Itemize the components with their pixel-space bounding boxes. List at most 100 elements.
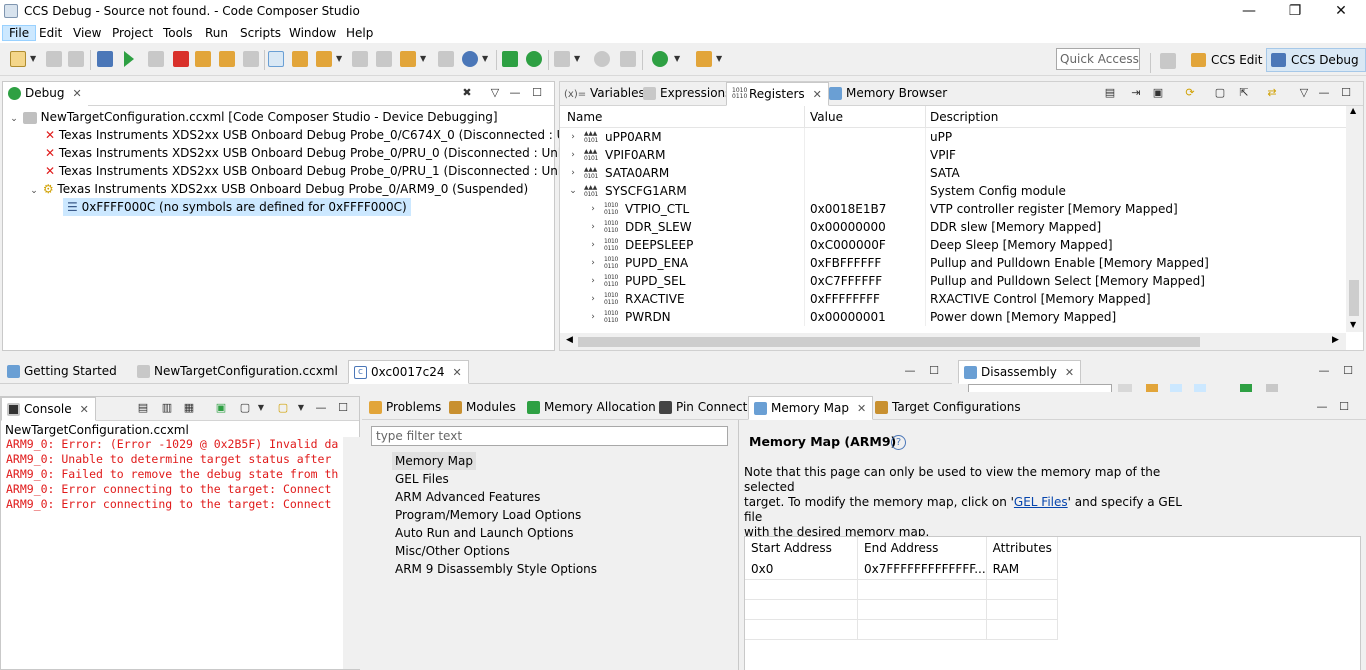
new-console-icon[interactable]: ▢ bbox=[277, 402, 289, 414]
maximize-icon[interactable]: ☐ bbox=[1342, 365, 1354, 377]
tab-target-configurations[interactable]: Target Configurations bbox=[870, 396, 1027, 420]
disassembly-address-input[interactable] bbox=[968, 384, 1112, 392]
open-perspective-icon[interactable] bbox=[1160, 53, 1176, 69]
new-console-dropdown-icon[interactable]: ▼ bbox=[295, 402, 307, 414]
tab-problems[interactable]: Problems bbox=[364, 396, 447, 420]
disassembly-toolbar-icon[interactable] bbox=[1266, 384, 1278, 392]
tree-item[interactable]: ⌄ NewTargetConfiguration.ccxml [Code Com… bbox=[3, 108, 554, 126]
tab-source-address[interactable]: c 0xc0017c24 ✕ bbox=[348, 360, 469, 384]
minimize-icon[interactable]: — bbox=[509, 87, 521, 99]
tab-modules[interactable]: Modules bbox=[444, 396, 522, 420]
tab-pin-connect[interactable]: Pin Connect bbox=[654, 396, 753, 420]
minimize-icon[interactable]: — bbox=[1318, 87, 1330, 99]
register-row[interactable]: › ▲▲▲ 0101 VPIF0ARM VPIF bbox=[560, 146, 1346, 164]
registers-vscroll[interactable]: ▲ ▼ bbox=[1346, 106, 1363, 332]
perspective-ccs-edit[interactable]: CCS Edit bbox=[1186, 48, 1269, 72]
suspend-icon[interactable] bbox=[148, 51, 164, 67]
perspective-ccs-debug[interactable]: CCS Debug bbox=[1266, 48, 1366, 72]
disassembly-go-icon[interactable] bbox=[1118, 384, 1132, 392]
load-dropdown-icon[interactable]: ▼ bbox=[336, 51, 344, 67]
tab-expressions[interactable]: Expressions bbox=[638, 82, 737, 106]
console-vscroll[interactable] bbox=[343, 437, 360, 669]
new-group-icon[interactable]: ▢ bbox=[1214, 87, 1226, 99]
reset-icon[interactable] bbox=[292, 51, 308, 67]
tab-debug[interactable]: Debug ✕ bbox=[3, 82, 88, 106]
close-icon[interactable]: ✕ bbox=[453, 366, 462, 379]
hscroll-thumb[interactable] bbox=[578, 337, 1200, 347]
tab-memory-browser[interactable]: Memory Browser bbox=[824, 82, 953, 106]
menu-window[interactable]: Window bbox=[283, 25, 342, 41]
step-into-icon[interactable] bbox=[195, 51, 211, 67]
collapsed-icon[interactable]: › bbox=[568, 164, 578, 182]
register-value[interactable]: 0xC7FFFFFF bbox=[810, 272, 882, 290]
maximize-icon[interactable]: ☐ bbox=[531, 87, 543, 99]
tree-item[interactable]: ✕ Texas Instruments XDS2xx USB Onboard D… bbox=[3, 126, 617, 144]
pin-console-icon[interactable]: ▦ bbox=[183, 402, 195, 414]
register-value[interactable]: 0x00000000 bbox=[810, 218, 886, 236]
disassembly-toolbar-icon[interactable] bbox=[1240, 384, 1252, 392]
quick-access-input[interactable]: Quick Access bbox=[1056, 48, 1140, 70]
tree-item[interactable]: ✕ Texas Instruments XDS2xx USB Onboard D… bbox=[3, 144, 602, 162]
export-icon[interactable]: ⇱ bbox=[1238, 87, 1250, 99]
register-row[interactable]: › 1010 0110 PWRDN 0x00000001 Power down [Memo… bbox=[560, 308, 1346, 326]
collapse-all-icon[interactable]: ▤ bbox=[1104, 87, 1116, 99]
category-item[interactable]: Misc/Other Options bbox=[392, 542, 600, 560]
remove-launch-icon[interactable]: ✖ bbox=[461, 87, 473, 99]
tab-disassembly[interactable]: Disassembly ✕ bbox=[958, 360, 1082, 384]
filter-input[interactable]: type filter text bbox=[371, 426, 728, 446]
refresh-registers-icon[interactable]: ⟳ bbox=[1184, 87, 1196, 99]
column-value[interactable]: Value bbox=[810, 110, 843, 124]
bug-dropdown-icon[interactable]: ▼ bbox=[674, 51, 682, 67]
disassembly-toolbar-icon[interactable] bbox=[1194, 384, 1206, 392]
scroll-left-icon[interactable]: ◀ bbox=[566, 335, 573, 345]
category-item[interactable]: Auto Run and Launch Options bbox=[392, 524, 600, 542]
remove-breakpoints-icon[interactable] bbox=[376, 51, 392, 67]
register-row[interactable]: ⌄ ▲▲▲ 0101 SYSCFG1ARM System Config module bbox=[560, 182, 1346, 200]
search-icon[interactable] bbox=[594, 51, 610, 67]
launch-icon[interactable] bbox=[696, 51, 712, 67]
scroll-down-icon[interactable]: ▼ bbox=[1350, 320, 1356, 329]
bug-icon[interactable] bbox=[652, 51, 668, 67]
register-row[interactable]: › 1010 0110 VTPIO_CTL 0x0018E1B7 VTP controll… bbox=[560, 200, 1346, 218]
layout-icon[interactable]: ▣ bbox=[1152, 87, 1164, 99]
console-output[interactable]: ARM9_0: Error: (Error -1029 @ 0x2B5F) In… bbox=[1, 437, 341, 512]
maximize-icon[interactable]: ☐ bbox=[928, 365, 940, 377]
open-console-dropdown-icon[interactable]: ▼ bbox=[255, 402, 267, 414]
step-over-icon[interactable] bbox=[219, 51, 235, 67]
register-row[interactable]: › ▲▲▲ 0101 uPP0ARM uPP bbox=[560, 128, 1346, 146]
menu-edit[interactable]: Edit bbox=[33, 25, 68, 41]
menu-scripts[interactable]: Scripts bbox=[234, 25, 287, 41]
menu-help[interactable]: Help bbox=[340, 25, 379, 41]
open-console-icon[interactable]: ▢ bbox=[239, 402, 251, 414]
collapsed-icon[interactable]: › bbox=[588, 272, 598, 290]
register-value[interactable]: 0x0018E1B7 bbox=[810, 200, 886, 218]
flash-dropdown-icon[interactable]: ▼ bbox=[420, 51, 428, 67]
close-icon[interactable]: ✕ bbox=[813, 88, 822, 101]
refresh-icon[interactable] bbox=[526, 51, 542, 67]
collapsed-icon[interactable]: › bbox=[568, 146, 578, 164]
close-icon[interactable]: ✕ bbox=[857, 402, 866, 415]
collapsed-icon[interactable]: › bbox=[588, 290, 598, 308]
tab-target-config[interactable]: NewTargetConfiguration.ccxml bbox=[132, 360, 344, 384]
column-description[interactable]: Description bbox=[930, 110, 998, 124]
register-value[interactable]: 0x00000001 bbox=[810, 308, 886, 326]
register-row[interactable]: › 1010 0110 DEEPSLEEP 0xC000000F Deep Sleep [… bbox=[560, 236, 1346, 254]
menu-run[interactable]: Run bbox=[199, 25, 234, 41]
maximize-icon[interactable]: ☐ bbox=[337, 402, 349, 414]
run-external-dropdown-icon[interactable]: ▼ bbox=[482, 51, 490, 67]
menu-view[interactable]: View bbox=[67, 25, 107, 41]
tab-memory-allocation[interactable]: Memory Allocation bbox=[522, 396, 662, 420]
step-return-icon[interactable] bbox=[243, 51, 259, 67]
register-row[interactable]: › 1010 0110 RXACTIVE 0xFFFFFFFF RXACTIVE Cont… bbox=[560, 290, 1346, 308]
tree-item[interactable]: ✕ Texas Instruments XDS2xx USB Onboard D… bbox=[3, 162, 602, 180]
collapsed-icon[interactable]: › bbox=[568, 128, 578, 146]
save-icon[interactable] bbox=[46, 51, 62, 67]
register-row[interactable]: › ▲▲▲ 0101 SATA0ARM SATA bbox=[560, 164, 1346, 182]
scroll-lock-icon[interactable]: ▥ bbox=[161, 402, 173, 414]
load-program-icon[interactable] bbox=[316, 51, 332, 67]
category-item-selected[interactable]: Memory Map bbox=[392, 452, 476, 470]
restart-icon[interactable] bbox=[438, 51, 454, 67]
column-attributes[interactable]: Attributes bbox=[986, 537, 1059, 559]
register-row[interactable]: › 1010 0110 PUPD_SEL 0xC7FFFFFF Pullup and Pu… bbox=[560, 272, 1346, 290]
collapsed-icon[interactable]: › bbox=[588, 254, 598, 272]
